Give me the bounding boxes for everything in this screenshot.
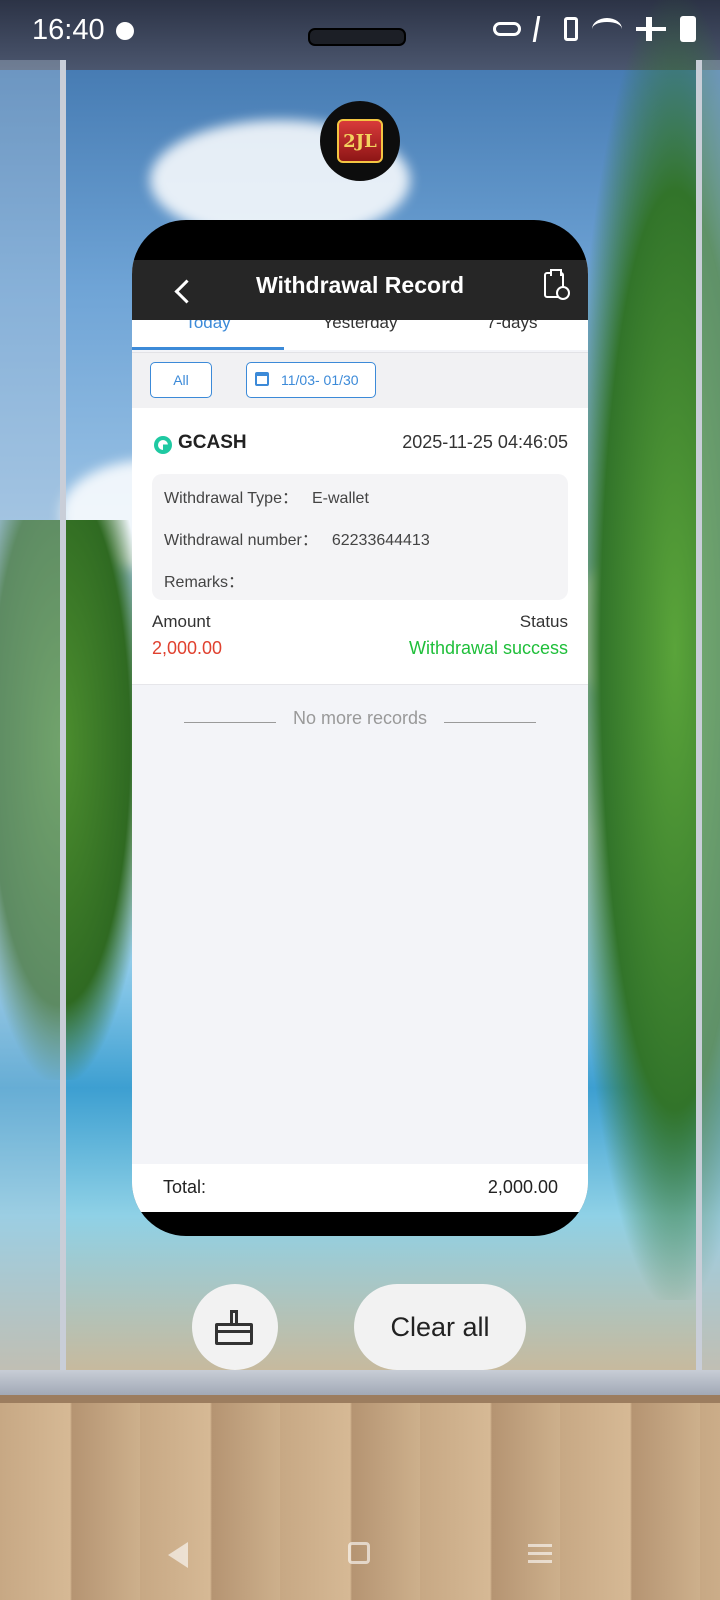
tab-today[interactable]: Today: [132, 314, 284, 350]
withdrawal-number-label: Withdrawal number：: [164, 532, 318, 549]
clipboard-upload-icon[interactable]: [544, 269, 570, 300]
notification-icon: [116, 22, 134, 40]
nav-home-icon[interactable]: [348, 1542, 370, 1564]
withdrawal-number-value: 62233644413: [331, 532, 430, 549]
provider-name: GCASH: [178, 432, 247, 453]
total-bar: Total: 2,000.00: [132, 1164, 588, 1212]
remarks-row: Remarks：: [164, 568, 244, 592]
total-value: 2,000.00: [487, 1177, 558, 1197]
divider-right: [444, 722, 536, 723]
status-icons: [493, 16, 696, 42]
window-frame-left: [0, 60, 66, 1400]
broom-icon: [215, 1310, 253, 1345]
withdrawal-type-label: Withdrawal Type：: [164, 490, 298, 507]
app-logo: 2JL: [337, 119, 383, 163]
record-datetime: 2025-11-25 04:46:05: [402, 432, 568, 452]
filter-bar: All 11/03- 01/30: [132, 352, 588, 409]
tab-yesterday[interactable]: Yesterday: [284, 314, 436, 350]
app-icon[interactable]: 2JL: [320, 101, 400, 181]
date-tabs: Today Yesterday 7-days: [132, 314, 588, 350]
clock: 16:40: [32, 14, 105, 46]
status-bar: 16:40: [0, 0, 720, 64]
phone-screen: 16:40 2JL Withdrawal Record Today Yester…: [0, 0, 720, 1600]
filter-all-button[interactable]: All: [150, 362, 212, 398]
page-title: Withdrawal Record: [255, 272, 465, 298]
clear-button[interactable]: [192, 1284, 278, 1370]
amount-value: 2,000.00: [152, 638, 223, 658]
header-bar: Withdrawal Record: [132, 260, 588, 320]
vpn-key-icon: [493, 22, 521, 36]
window-frame-right: [696, 60, 720, 1400]
nav-recents-icon[interactable]: [528, 1544, 552, 1564]
gcash-icon: [154, 436, 172, 454]
date-range-button[interactable]: 11/03- 01/30: [246, 362, 376, 398]
recent-app-card[interactable]: Withdrawal Record Today Yesterday 7-days…: [132, 220, 588, 1236]
date-range-text: 11/03- 01/30: [281, 372, 359, 388]
airplane-icon: [636, 17, 666, 41]
withdrawal-number-row: Withdrawal number： 62233644413: [164, 526, 430, 550]
no-more-records: No more records: [292, 708, 428, 728]
calendar-icon: [255, 372, 269, 386]
nav-back-icon[interactable]: [168, 1542, 188, 1568]
withdrawal-type-row: Withdrawal Type： E-wallet: [164, 484, 369, 508]
record-details: Withdrawal Type： E-wallet Withdrawal numb…: [152, 474, 568, 600]
app-preview: Withdrawal Record Today Yesterday 7-days…: [132, 260, 588, 1212]
withdrawal-record-card[interactable]: GCASH 2025-11-25 04:46:05 Withdrawal Typ…: [132, 408, 588, 685]
vibrate-icon: [564, 17, 578, 41]
camera-cutout: [308, 28, 406, 46]
navigation-bar: [0, 1530, 720, 1580]
clear-all-button[interactable]: Clear all: [354, 1284, 526, 1370]
bluetooth-icon: [532, 16, 553, 42]
status-value: Withdrawal success: [408, 638, 568, 658]
tab-7-days[interactable]: 7-days: [436, 314, 588, 350]
amount-label: Amount: [152, 612, 211, 631]
withdrawal-type-value: E-wallet: [311, 490, 369, 507]
battery-icon: [680, 16, 696, 42]
status-label: Status: [519, 612, 568, 631]
total-label: Total:: [163, 1177, 207, 1197]
wifi-icon: [592, 18, 622, 40]
remarks-label: Remarks：: [164, 574, 245, 591]
